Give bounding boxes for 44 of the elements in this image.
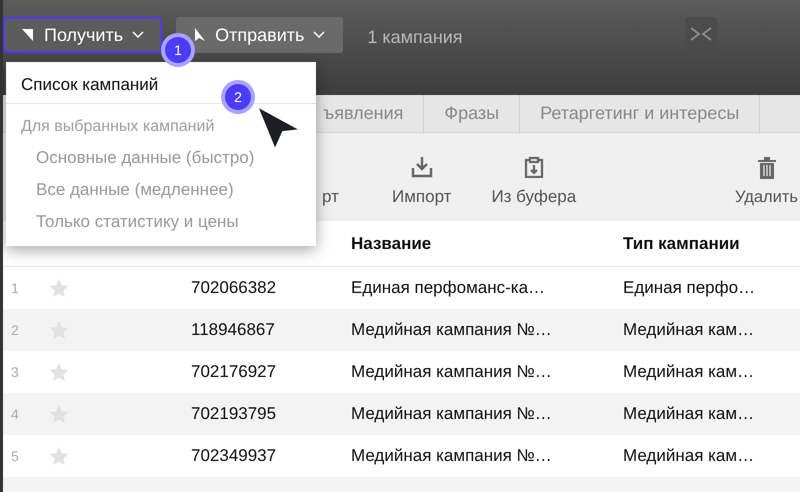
table-cell-text: Медийная кампания №… [350, 320, 553, 340]
download-icon [410, 156, 433, 178]
tab[interactable]: Ретаргетинг и интересы [520, 95, 760, 132]
toolbar-button[interactable]: рт [322, 187, 352, 207]
row-number: 4 [10, 406, 20, 422]
chevron-down-icon [313, 31, 326, 39]
delete-button[interactable]: Удалить [735, 157, 798, 207]
table-cell-text: Медийная кам… [622, 362, 756, 382]
table-cell-text: 702193795 [190, 404, 278, 424]
table-cell-text: 702349937 [190, 446, 278, 466]
pointer-icon [194, 27, 206, 43]
menu-group-label: Для выбранных кампаний [21, 118, 214, 136]
column-header: Тип кампании [622, 234, 741, 254]
column-header: Название [350, 234, 432, 254]
get-button[interactable]: Получить [3, 17, 162, 53]
table-cell-text: Медийная кампания №… [350, 362, 553, 382]
clipboard-button[interactable]: Из буфера [491, 156, 576, 207]
star-icon[interactable] [49, 362, 69, 382]
table-cell-text: Медийная кам… [622, 404, 756, 424]
table-cell-text: 118946867 [190, 320, 276, 340]
step-badge: 2 [225, 84, 251, 110]
table-cell-text: 702066382 [190, 278, 278, 298]
chevron-down-icon [132, 31, 144, 39]
table-cell-text: 702176927 [190, 362, 278, 382]
table-cell-text: Медийная кам… [622, 320, 756, 340]
row-number: 5 [10, 448, 20, 464]
clipboard-icon [522, 156, 545, 178]
star-icon[interactable] [49, 278, 69, 298]
import-button[interactable]: Импорт [392, 156, 452, 207]
step-badge: 1 [165, 37, 191, 63]
trash-icon [756, 157, 776, 179]
collapse-icon [689, 26, 713, 42]
row-number: 3 [10, 364, 20, 380]
star-icon[interactable] [49, 446, 69, 466]
table-cell-text: Медийная кам… [622, 446, 756, 466]
table-cell-text: Единая перфо… [622, 278, 756, 298]
table-cell-text: Медийная кампания №… [350, 404, 553, 424]
table-cell-text: Медийная кампания №… [350, 446, 553, 466]
flag-icon [21, 27, 35, 43]
row-number: 1 [10, 280, 20, 296]
tab[interactable]: Фразы [424, 95, 520, 132]
campaign-count: 1 кампания [367, 26, 463, 49]
table-cell-text: Единая перфоманс-ка… [350, 278, 546, 298]
row-number: 2 [10, 322, 20, 338]
